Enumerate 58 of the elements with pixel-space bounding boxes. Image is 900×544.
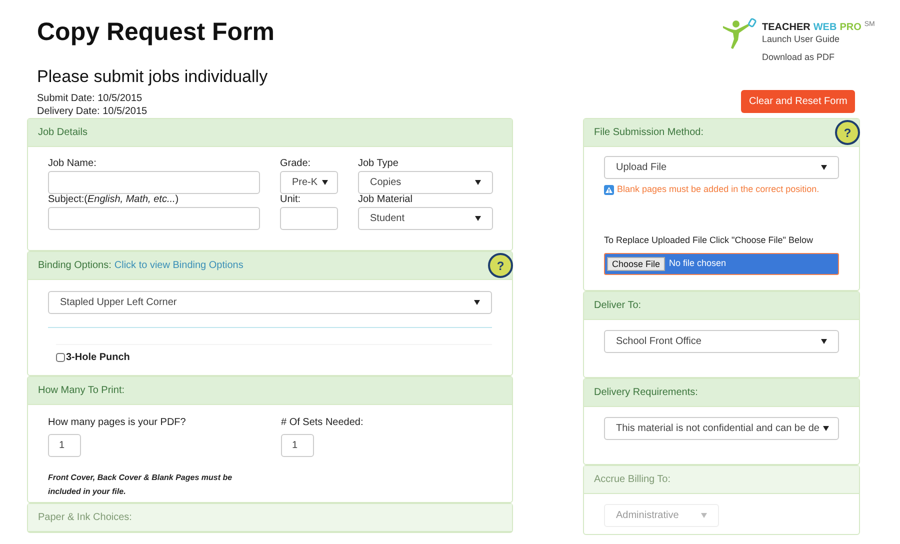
- caret-icon: [821, 165, 827, 170]
- field-label: Job Material: [358, 194, 414, 206]
- dropdown[interactable]: Copies: [358, 171, 493, 194]
- field-label: Job Name:: [48, 158, 98, 170]
- field-label: Unit:: [280, 194, 302, 206]
- date-text: Delivery Date: 10/5/2015: [37, 105, 148, 119]
- field-label: Subject:(English, Math, etc...): [48, 194, 180, 206]
- caret-icon: [821, 339, 827, 344]
- caret-icon: [475, 216, 481, 221]
- file-input[interactable]: Choose File No file chosen: [604, 253, 839, 275]
- dropdown[interactable]: Stapled Upper Left Corner: [48, 291, 492, 314]
- page-title: Copy Request Form: [37, 17, 275, 48]
- reset-button[interactable]: Clear and Reset Form: [741, 90, 856, 113]
- input-field[interactable]: [48, 207, 260, 230]
- caret-icon: [474, 300, 480, 305]
- input-field[interactable]: 1: [48, 434, 81, 457]
- figure-logo-icon: [722, 18, 758, 50]
- file-status-text: No file chosen: [669, 257, 726, 270]
- panel-title: Paper & Ink Choices:: [38, 511, 132, 525]
- date-text: Submit Date: 10/5/2015: [37, 92, 142, 106]
- field-label: How many pages is your PDF?: [48, 416, 187, 430]
- caret-icon: [701, 513, 707, 518]
- field-label: Grade:: [280, 158, 312, 170]
- warning-icon: [604, 184, 614, 195]
- help-button[interactable]: ?: [488, 253, 513, 278]
- checkbox[interactable]: [56, 353, 65, 362]
- caret-icon: [475, 180, 481, 185]
- field-label: # Of Sets Needed:: [281, 416, 364, 430]
- dropdown[interactable]: School Front Office: [604, 330, 839, 353]
- guide-link[interactable]: Launch User Guide: [762, 34, 875, 45]
- guide-link[interactable]: Download as PDF: [762, 52, 875, 63]
- input-field[interactable]: [280, 207, 338, 230]
- field-label: Job Type: [358, 158, 400, 170]
- dropdown[interactable]: Upload File: [604, 156, 839, 179]
- choose-file-button[interactable]: Choose File: [607, 257, 666, 271]
- page-subtitle: Please submit jobs individually: [37, 66, 268, 88]
- panel-title: File Submission Method:: [594, 126, 704, 140]
- caret-icon: [322, 180, 328, 185]
- dropdown[interactable]: Student: [358, 207, 493, 230]
- caret-icon: [823, 426, 830, 431]
- panel-title: How Many To Print:: [38, 384, 125, 398]
- dropdown[interactable]: This material is not confidential and can be de: [604, 417, 839, 440]
- input-field[interactable]: [48, 171, 260, 194]
- panel-title: Job Details: [38, 126, 88, 140]
- warning-text: Blank pages must be added in the correct position.: [617, 183, 820, 196]
- field-label: To Replace Uploaded File Click "Choose File" Below: [604, 234, 814, 247]
- panel-title: Accrue Billing To:: [594, 473, 671, 487]
- panel-title: Binding Options:: [38, 259, 112, 273]
- help-button[interactable]: ?: [835, 120, 860, 145]
- dropdown[interactable]: Pre-K: [280, 171, 338, 194]
- brand-word: PRO: [840, 22, 862, 34]
- note-text: Front Cover, Back Cover & Blank Pages must be included in your file.: [48, 472, 234, 498]
- checkbox-label: 3-Hole Punch: [66, 351, 130, 365]
- panel-title: Deliver To:: [594, 299, 642, 313]
- brand-word: WEB: [813, 22, 837, 34]
- panel-title: Delivery Requirements:: [594, 386, 698, 400]
- input-field[interactable]: 1: [281, 434, 314, 457]
- brand-word: TEACHER: [762, 22, 810, 34]
